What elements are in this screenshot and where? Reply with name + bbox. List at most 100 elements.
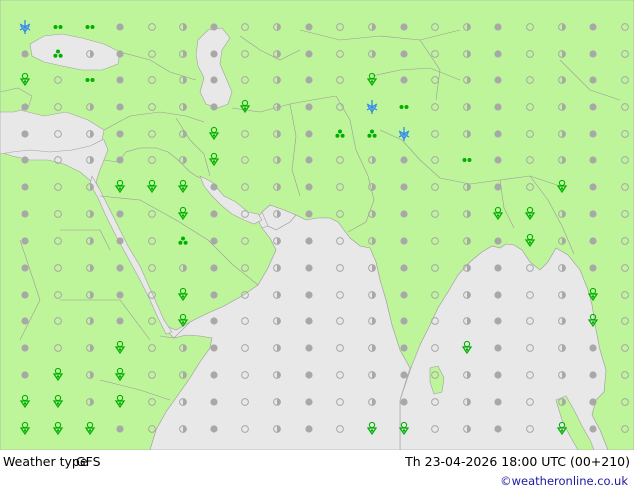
weather-symbol [589, 264, 597, 272]
weather-symbol [21, 237, 29, 245]
weather-symbol [589, 23, 597, 31]
map-footer: Weather type GFS Th 23-04-2026 18:00 UTC… [0, 450, 634, 490]
weather-symbol [21, 210, 29, 218]
weather-symbol [589, 371, 597, 379]
weather-symbol [210, 371, 218, 379]
weather-symbol [494, 344, 502, 352]
weather-symbol [305, 371, 313, 379]
weather-symbol [210, 398, 218, 406]
weather-symbol [305, 210, 313, 218]
weather-symbol [305, 76, 313, 84]
weather-symbol [21, 50, 29, 58]
weather-symbol [400, 23, 408, 31]
weather-symbol [305, 130, 313, 138]
map-title: Weather type [3, 454, 88, 469]
weather-symbol [116, 50, 124, 58]
weather-symbol [400, 210, 408, 218]
weather-symbol [305, 23, 313, 31]
weather-symbol [210, 425, 218, 433]
weather-symbol [589, 237, 597, 245]
weather-symbol [400, 183, 408, 191]
weather-symbol [21, 371, 29, 379]
weather-symbol [21, 344, 29, 352]
weather-symbol [116, 317, 124, 325]
weather-symbol [21, 291, 29, 299]
weather-symbol [400, 156, 408, 164]
weather-symbol [116, 237, 124, 245]
weather-symbol [116, 23, 124, 31]
weather-symbol [305, 291, 313, 299]
weather-symbol [21, 103, 29, 111]
weather-symbol [400, 50, 408, 58]
weather-symbol [494, 130, 502, 138]
weather-symbol [116, 103, 124, 111]
weather-symbol [589, 50, 597, 58]
weather-symbol [305, 398, 313, 406]
weather-symbol [400, 237, 408, 245]
weather-symbol [210, 237, 218, 245]
weather-symbol [305, 50, 313, 58]
weather-symbol [305, 237, 313, 245]
weather-symbol [21, 130, 29, 138]
weather-symbol [21, 317, 29, 325]
weather-symbol [305, 156, 313, 164]
weather-symbol [21, 156, 29, 164]
weather-symbol [116, 130, 124, 138]
weather-symbol [494, 371, 502, 379]
weather-symbol [210, 103, 218, 111]
weather-symbol [400, 344, 408, 352]
weather-symbol [305, 183, 313, 191]
weather-symbol [494, 291, 502, 299]
weather-symbol [400, 317, 408, 325]
weather-symbol [400, 398, 408, 406]
weather-symbol [21, 183, 29, 191]
weather-symbol [400, 291, 408, 299]
weather-symbol [116, 291, 124, 299]
weather-symbol [116, 156, 124, 164]
weather-symbol [589, 76, 597, 84]
weather-symbol [116, 264, 124, 272]
weather-symbol [494, 23, 502, 31]
weather-symbol [589, 398, 597, 406]
weather-symbol [589, 344, 597, 352]
weather-symbol [400, 371, 408, 379]
weather-symbol [21, 264, 29, 272]
weather-symbol [305, 317, 313, 325]
weather-symbol [210, 291, 218, 299]
model-name: GFS [76, 454, 101, 469]
weather-symbol [589, 210, 597, 218]
weather-symbol [589, 130, 597, 138]
weather-symbol [210, 317, 218, 325]
weather-symbol [210, 50, 218, 58]
weather-symbol [494, 156, 502, 164]
weather-symbol [305, 425, 313, 433]
weather-symbol [210, 23, 218, 31]
weather-map [0, 0, 634, 451]
weather-symbol [589, 103, 597, 111]
weather-symbol [589, 183, 597, 191]
weather-symbol [494, 317, 502, 325]
weather-symbol [400, 76, 408, 84]
weather-symbol [305, 264, 313, 272]
weather-symbol [494, 50, 502, 58]
weather-symbol [589, 425, 597, 433]
weather-symbol [494, 264, 502, 272]
weather-symbol [494, 76, 502, 84]
weather-symbol [494, 425, 502, 433]
weather-symbol [494, 237, 502, 245]
weather-symbol [400, 264, 408, 272]
weather-symbol [210, 76, 218, 84]
weather-symbol [494, 103, 502, 111]
weather-symbol [116, 76, 124, 84]
forecast-datetime: Th 23-04-2026 18:00 UTC (00+210) [405, 454, 630, 469]
weather-symbol [494, 183, 502, 191]
site-credit: ©weatheronline.co.uk [500, 474, 628, 488]
weather-symbol [210, 344, 218, 352]
weather-symbol [210, 264, 218, 272]
weather-symbol [116, 210, 124, 218]
weather-symbol [305, 103, 313, 111]
weather-symbol [494, 398, 502, 406]
weather-symbol [116, 425, 124, 433]
weather-symbol [210, 210, 218, 218]
weather-symbol [210, 183, 218, 191]
